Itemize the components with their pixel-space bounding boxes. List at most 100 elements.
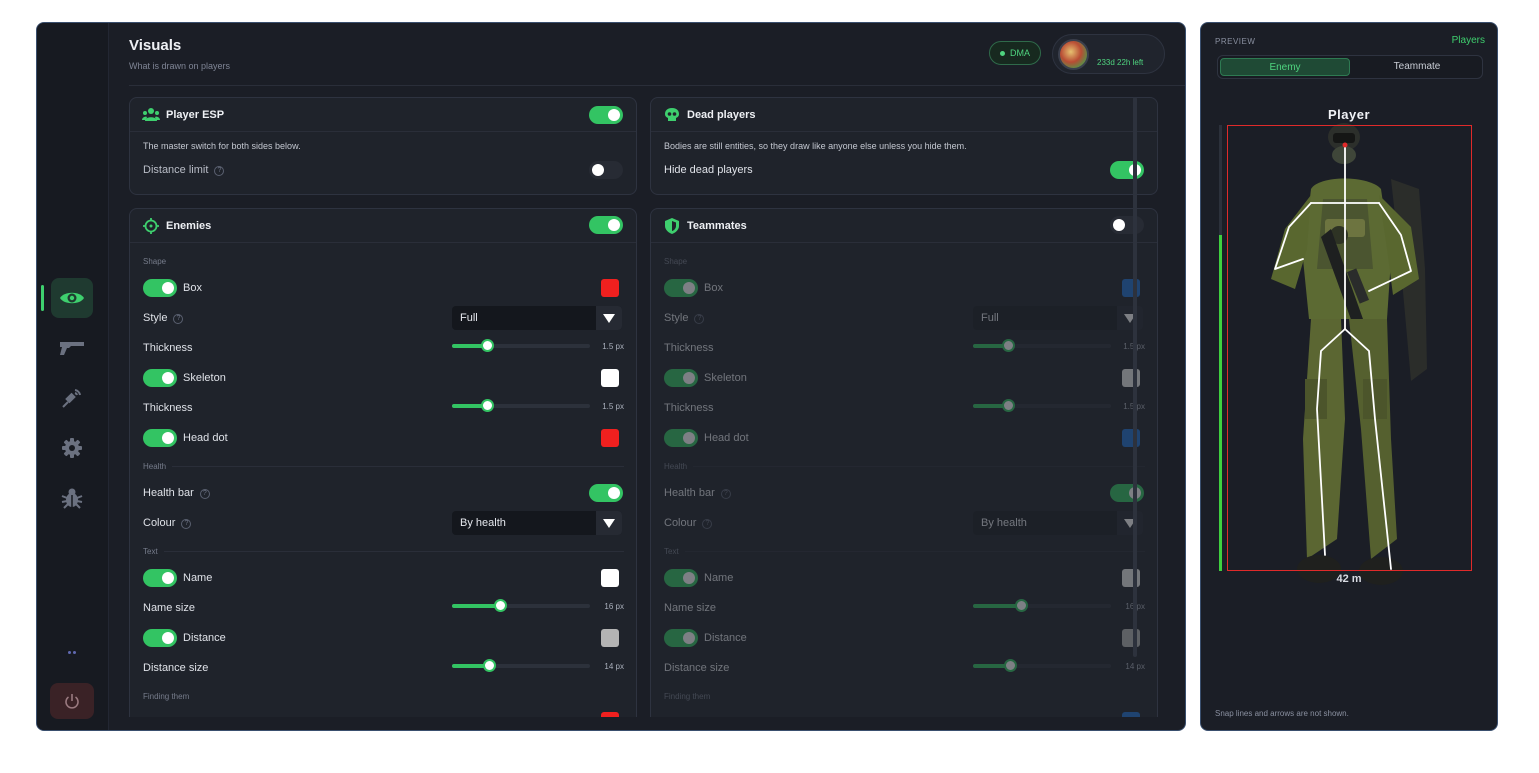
slider-knob[interactable] <box>1015 599 1029 612</box>
tm-head-dot-toggle[interactable] <box>664 429 698 447</box>
tm-box-thickness-slider[interactable] <box>973 339 1111 352</box>
header-divider <box>129 85 1185 86</box>
user-pill[interactable]: 233d 22h left <box>1052 34 1165 74</box>
nav-radar-button[interactable] <box>51 378 93 418</box>
tm-skeleton-thickness-slider[interactable] <box>973 399 1111 412</box>
slider-knob[interactable] <box>480 339 494 352</box>
teammate-tab[interactable]: Teammate <box>1352 58 1482 76</box>
tm-colour-select[interactable]: By health <box>973 511 1143 535</box>
preview-players-link[interactable]: Players <box>1452 35 1485 46</box>
tm-name-color-swatch[interactable] <box>1122 569 1140 587</box>
slider-knob[interactable] <box>494 599 508 612</box>
nav-settings-button[interactable] <box>51 428 93 468</box>
gun-icon <box>60 342 84 355</box>
tm-name-size-label: Name size <box>664 602 716 614</box>
section-divider <box>164 551 624 552</box>
distance-toggle[interactable] <box>143 629 177 647</box>
settings-scroll-area[interactable]: Player ESP The master switch for both si… <box>129 97 1185 717</box>
head-dot-color-swatch[interactable] <box>601 429 619 447</box>
help-icon[interactable]: ? <box>181 519 192 529</box>
enemies-toggle[interactable] <box>589 216 623 234</box>
head-dot-label: Head dot <box>183 432 228 444</box>
power-button[interactable] <box>50 683 94 719</box>
health-bar-toggle[interactable] <box>589 484 623 502</box>
dead-players-title: Dead players <box>687 109 756 121</box>
health-bar-label: Health bar <box>143 487 194 499</box>
avatar <box>1058 39 1089 70</box>
distance-color-swatch[interactable] <box>601 629 619 647</box>
tm-name-toggle[interactable] <box>664 569 698 587</box>
nav-debug-button[interactable] <box>51 478 93 518</box>
finding-color-swatch[interactable] <box>601 712 619 717</box>
tm-box-toggle[interactable] <box>664 279 698 297</box>
slider-knob[interactable] <box>1001 399 1015 412</box>
box-thickness-slider[interactable] <box>452 339 590 352</box>
slider-knob[interactable] <box>1001 339 1015 352</box>
card-divider <box>651 131 1157 132</box>
skeleton-color-swatch[interactable] <box>601 369 619 387</box>
tm-skeleton-color-swatch[interactable] <box>1122 369 1140 387</box>
name-toggle[interactable] <box>143 569 177 587</box>
tm-health-bar-toggle[interactable] <box>1110 484 1144 502</box>
player-esp-title: Player ESP <box>166 109 225 121</box>
colour-value: By health <box>460 517 506 529</box>
distance-limit-toggle[interactable] <box>589 161 623 179</box>
tm-distance-toggle[interactable] <box>664 629 698 647</box>
slider-knob[interactable] <box>1004 659 1018 672</box>
box-toggle[interactable] <box>143 279 177 297</box>
tm-box-color-swatch[interactable] <box>1122 279 1140 297</box>
style-select[interactable]: Full <box>452 306 622 330</box>
tm-head-dot-color-swatch[interactable] <box>1122 429 1140 447</box>
tm-finding-color-swatch[interactable] <box>1122 712 1140 717</box>
distance-size-slider[interactable] <box>452 659 590 672</box>
help-icon[interactable]: ? <box>173 314 184 324</box>
caret-down-icon <box>1117 511 1143 535</box>
help-icon[interactable]: ? <box>199 489 210 499</box>
preview-label: PREVIEW <box>1215 37 1256 46</box>
skeleton-thickness-slider[interactable] <box>452 399 590 412</box>
scrollbar[interactable] <box>1133 97 1137 657</box>
tm-head-dot-label: Head dot <box>704 432 749 444</box>
skeleton-thickness-value: 1.5 px <box>602 402 624 411</box>
tm-colour-row: Colour? <box>664 517 713 529</box>
tm-distance-size-slider[interactable] <box>973 659 1111 672</box>
distance-size-label: Distance size <box>143 662 209 674</box>
slider-knob[interactable] <box>480 399 494 412</box>
page-title: Visuals <box>129 37 182 54</box>
head-dot-toggle[interactable] <box>143 429 177 447</box>
player-esp-card: Player ESP The master switch for both si… <box>129 97 637 195</box>
skeleton-toggle[interactable] <box>143 369 177 387</box>
colour-select[interactable]: By health <box>452 511 622 535</box>
enemies-card: Enemies Shape Box Style? Full Thickness … <box>129 208 637 717</box>
help-icon[interactable]: ? <box>694 314 705 324</box>
player-esp-toggle[interactable] <box>589 106 623 124</box>
crosshair-icon <box>143 218 159 234</box>
hide-dead-players-toggle[interactable] <box>1110 161 1144 179</box>
slider-knob[interactable] <box>483 659 497 672</box>
nav-visuals-button[interactable] <box>51 278 93 318</box>
teammates-toggle[interactable] <box>1110 216 1144 234</box>
name-size-slider[interactable] <box>452 599 590 612</box>
tm-skeleton-toggle[interactable] <box>664 369 698 387</box>
help-icon[interactable]: ? <box>214 166 225 176</box>
distance-limit-label: Distance limit <box>143 164 209 176</box>
help-icon[interactable]: ? <box>702 519 713 529</box>
section-divider <box>172 466 624 467</box>
tm-name-label: Name <box>704 572 734 584</box>
tm-box-thickness-value: 1.5 px <box>1123 342 1145 351</box>
finding-section-label: Finding them <box>664 692 711 701</box>
box-color-swatch[interactable] <box>601 279 619 297</box>
tm-name-size-slider[interactable] <box>973 599 1111 612</box>
tm-style-select[interactable]: Full <box>973 306 1143 330</box>
active-indicator <box>41 285 44 311</box>
help-icon[interactable]: ? <box>720 489 731 499</box>
name-color-swatch[interactable] <box>601 569 619 587</box>
tm-distance-color-swatch[interactable] <box>1122 629 1140 647</box>
enemy-tab[interactable]: Enemy <box>1220 58 1350 76</box>
distance-label: Distance <box>183 632 226 644</box>
box-thickness-label: Thickness <box>143 342 193 354</box>
distance-size-value: 14 px <box>604 662 624 671</box>
content-area: Visuals What is drawn on players DMA 233… <box>109 23 1185 730</box>
nav-weapons-button[interactable] <box>51 328 93 368</box>
dma-label: DMA <box>1010 48 1030 58</box>
